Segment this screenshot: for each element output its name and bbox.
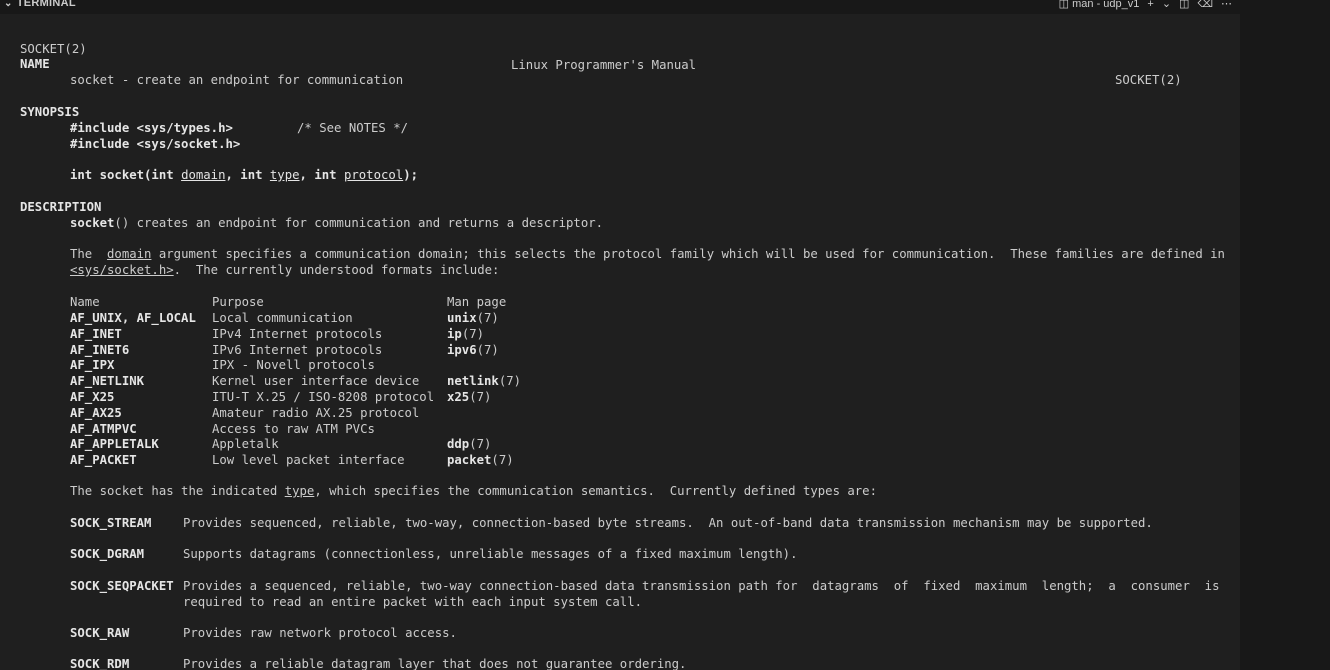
man-header-left: SOCKET(2)	[20, 41, 87, 56]
table-row-name: AF_APPLETALK	[70, 437, 159, 452]
man-header-center: Linux Programmer's Manual	[511, 57, 697, 72]
table-row-name: AF_IPX	[70, 358, 115, 373]
socket-prototype: int socket(int domain, int type, int pro…	[70, 168, 418, 182]
table-row-purpose: IPX - Novell protocols	[212, 358, 375, 373]
terminal-session-selector[interactable]: ◫ man - udp_v1	[1059, 0, 1140, 10]
socket-type-name: SOCK_STREAM	[70, 516, 152, 530]
table-row-name: AF_NETLINK	[70, 374, 145, 389]
table-row-purpose: Access to raw ATM PVCs	[212, 421, 375, 436]
desc-line-2: The domain argument specifies a communic…	[70, 247, 1225, 261]
table-row-manpage: ipv6(7)	[447, 342, 499, 357]
kill-terminal-icon[interactable]: ⌫	[1197, 0, 1213, 10]
table-row-purpose: Local communication	[212, 311, 353, 325]
table-row-manpage: ddp(7)	[447, 437, 492, 452]
table-row-manpage: ip(7)	[447, 326, 485, 341]
section-heading-synopsis: SYNOPSIS	[20, 105, 80, 119]
table-row-name: AF_INET	[70, 326, 122, 341]
table-row-manpage: netlink(7)	[447, 374, 522, 389]
man-page-header: SOCKET(2) Linux Programmer's Manual SOCK…	[0, 26, 1240, 105]
socket-type-name: SOCK_RDM	[70, 657, 130, 670]
terminal-panel: ⌄ TERMINAL ◫ man - udp_v1 + ⌄ ◫ ⌫ ⋯ SOCKE…	[0, 0, 1240, 670]
socket-type-name: SOCK_DGRAM	[70, 547, 145, 561]
new-terminal-icon[interactable]: +	[1147, 0, 1153, 10]
editor-background	[1240, 0, 1330, 670]
table-row-manpage: x25(7)	[447, 390, 492, 404]
terminal-tab-title[interactable]: ⌄ TERMINAL	[4, 0, 76, 9]
table-row-purpose: Appletalk	[212, 437, 279, 452]
table-row-name: AF_INET6	[70, 342, 130, 357]
table-row-manpage: unix(7)	[447, 311, 499, 325]
terminal-session-label: man - udp_v1	[1072, 0, 1140, 10]
more-actions-icon[interactable]: ⋯	[1221, 0, 1232, 10]
table-row-manpage: packet(7)	[447, 453, 514, 468]
table-row-name: AF_ATMPVC	[70, 421, 137, 436]
socket-type-desc: Supports datagrams (connectionless, unre…	[183, 547, 798, 561]
table-row-name: AF_AX25	[70, 405, 122, 420]
table-row-purpose: Low level packet interface	[212, 453, 405, 468]
terminal-shell-icon: ◫	[1058, 0, 1070, 10]
table-header-purpose: Purpose	[212, 295, 264, 309]
table-row-name: AF_UNIX, AF_LOCAL	[70, 311, 196, 325]
socket-type-desc-cont: required to read an entire packet with e…	[183, 594, 643, 609]
desc-line-1: socket() creates an endpoint for communi…	[70, 216, 604, 230]
include-types: #include <sys/types.h>	[70, 121, 233, 135]
terminal-output[interactable]: SOCKET(2) Linux Programmer's Manual SOCK…	[0, 14, 1240, 670]
section-heading-description: DESCRIPTION	[20, 200, 102, 214]
table-row-purpose: Kernel user interface device	[212, 374, 420, 389]
include-comment: /* See NOTES */	[297, 121, 409, 135]
name-line: socket - create an endpoint for communic…	[70, 73, 404, 87]
types-intro: The socket has the indicated type, which…	[70, 484, 877, 498]
launch-profile-chevron-icon[interactable]: ⌄	[1162, 0, 1171, 10]
terminal-title-text: TERMINAL	[16, 0, 76, 9]
table-row-name: AF_X25	[70, 390, 115, 404]
man-header-right: SOCKET(2)	[1115, 73, 1182, 88]
split-terminal-icon[interactable]: ◫	[1179, 0, 1189, 10]
table-header-name: Name	[70, 295, 100, 309]
terminal-panel-header: ⌄ TERMINAL ◫ man - udp_v1 + ⌄ ◫ ⌫ ⋯	[0, 0, 1240, 14]
table-row-purpose: ITU-T X.25 / ISO-8208 protocol	[212, 390, 435, 404]
table-row-purpose: Amateur radio AX.25 protocol	[212, 405, 420, 420]
table-row-name: AF_PACKET	[70, 453, 137, 468]
terminal-actions: ◫ man - udp_v1 + ⌄ ◫ ⌫ ⋯	[1059, 0, 1232, 10]
table-row-purpose: IPv6 Internet protocols	[212, 342, 383, 357]
chevron-down-icon[interactable]: ⌄	[4, 0, 13, 9]
table-header-manpage: Man page	[447, 295, 507, 309]
desc-line-3: <sys/socket.h>. The currently understood…	[70, 263, 500, 277]
section-heading-name: NAME	[20, 57, 50, 71]
table-row-purpose: IPv4 Internet protocols	[212, 326, 383, 341]
socket-type-desc: Provides a sequenced, reliable, two-way …	[183, 579, 1220, 593]
socket-type-desc: Provides raw network protocol access.	[183, 626, 457, 640]
socket-type-name: SOCK_SEQPACKET	[70, 579, 174, 593]
include-socket: #include <sys/socket.h>	[70, 137, 241, 151]
socket-type-name: SOCK_RAW	[70, 626, 130, 640]
socket-type-desc: Provides a reliable datagram layer that …	[183, 657, 687, 670]
socket-type-desc: Provides sequenced, reliable, two-way, c…	[183, 516, 1153, 530]
